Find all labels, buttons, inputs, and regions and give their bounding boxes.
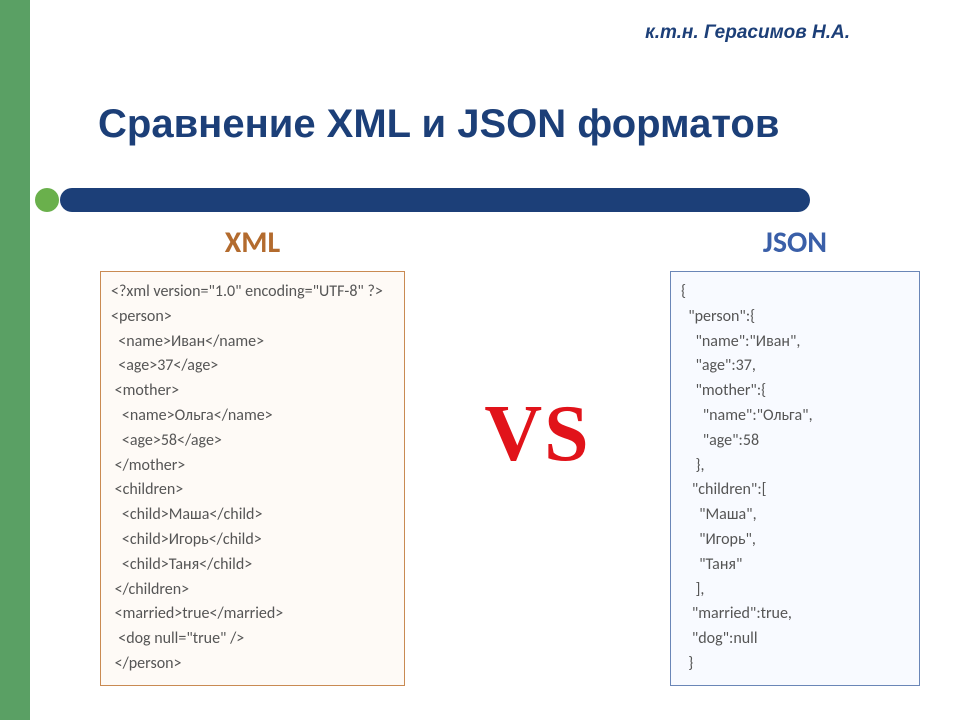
title-underline-bar <box>60 188 810 212</box>
accent-dot <box>35 188 59 212</box>
content-columns: XML <?xml version="1.0" encoding="UTF-8"… <box>100 224 920 710</box>
author-label: к.т.н. Герасимов Н.А. <box>645 22 850 44</box>
xml-heading: XML <box>225 224 280 261</box>
json-heading: JSON <box>763 224 827 261</box>
xml-column: XML <?xml version="1.0" encoding="UTF-8"… <box>100 224 405 686</box>
slide-title: Сравнение XML и JSON форматов <box>98 102 779 147</box>
vs-label: VS <box>484 389 590 480</box>
json-code-box: { "person":{ "name":"Иван", "age":37, "m… <box>670 271 920 686</box>
json-column: JSON { "person":{ "name":"Иван", "age":3… <box>670 224 920 686</box>
slide: к.т.н. Герасимов Н.А. Сравнение XML и JS… <box>0 0 960 720</box>
xml-code-box: <?xml version="1.0" encoding="UTF-8" ?> … <box>100 271 405 686</box>
vs-column: VS <box>435 224 640 644</box>
